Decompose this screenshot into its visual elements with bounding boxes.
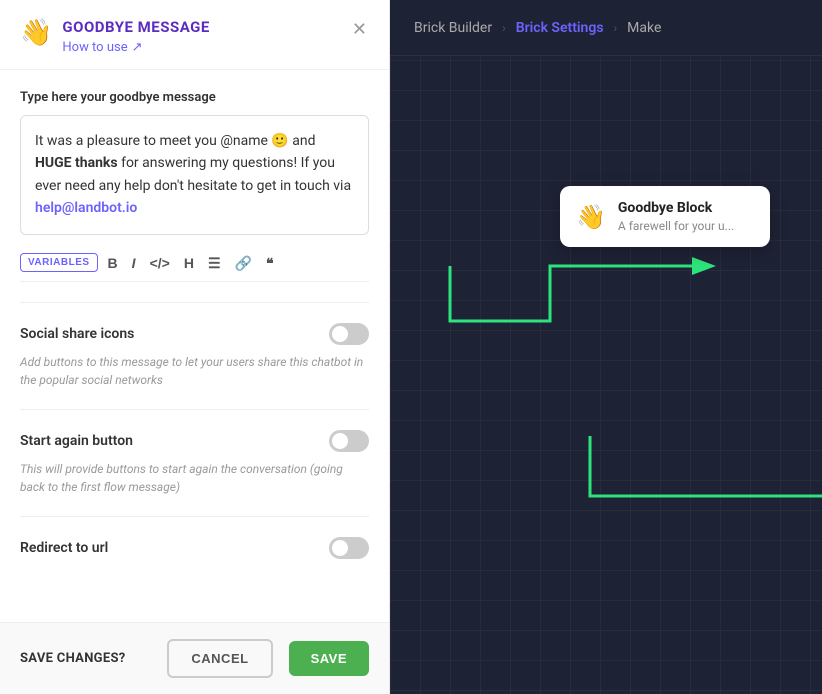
redirect-url-toggle[interactable] <box>329 537 369 559</box>
redirect-url-title: Redirect to url <box>20 540 108 556</box>
left-panel: 👋 GOODBYE MESSAGE How to use ↗ ✕ Type he… <box>0 0 390 694</box>
nav-make[interactable]: Make <box>627 20 661 36</box>
panel-header-left: 👋 GOODBYE MESSAGE How to use ↗ <box>20 18 210 55</box>
quote-button[interactable]: ❝ <box>262 253 278 273</box>
save-changes-label: SAVE CHANGES? <box>20 651 151 666</box>
social-share-description: Add buttons to this message to let your … <box>20 353 369 389</box>
breadcrumb-chevron-1: › <box>502 21 506 35</box>
social-share-toggle-row: Social share icons <box>20 323 369 345</box>
divider-1 <box>20 302 369 303</box>
cancel-button[interactable]: CANCEL <box>167 639 272 678</box>
redirect-url-toggle-row: Redirect to url <box>20 537 369 559</box>
bold-button[interactable]: B <box>104 253 122 273</box>
panel-body: Type here your goodbye message It was a … <box>0 70 389 622</box>
card-title: Goodbye Block <box>618 200 734 216</box>
top-nav: Brick Builder › Brick Settings › Make <box>390 0 822 56</box>
card-text-group: Goodbye Block A farewell for your u... <box>618 200 734 233</box>
message-editor[interactable]: It was a pleasure to meet you @name 🙂 an… <box>20 115 369 235</box>
external-link-icon: ↗ <box>132 40 143 55</box>
variables-button[interactable]: VARIABLES <box>20 253 98 272</box>
social-share-section: Social share icons Add buttons to this m… <box>20 323 369 389</box>
how-to-use-link[interactable]: How to use ↗ <box>62 40 209 55</box>
social-share-title: Social share icons <box>20 326 134 342</box>
start-again-title: Start again button <box>20 433 133 449</box>
social-share-toggle[interactable] <box>329 323 369 345</box>
panel-footer: SAVE CHANGES? CANCEL SAVE <box>0 622 389 694</box>
panel-emoji: 👋 <box>20 20 52 46</box>
panel-title: GOODBYE MESSAGE <box>62 18 209 36</box>
start-again-toggle-row: Start again button <box>20 430 369 452</box>
redirect-url-slider <box>329 537 369 559</box>
italic-button[interactable]: I <box>128 253 140 273</box>
right-panel: Brick Builder › Brick Settings › Make 👋 … <box>390 0 822 694</box>
nav-brick-builder[interactable]: Brick Builder <box>414 20 492 36</box>
panel-header: 👋 GOODBYE MESSAGE How to use ↗ ✕ <box>0 0 389 70</box>
divider-3 <box>20 516 369 517</box>
social-share-slider <box>329 323 369 345</box>
redirect-url-section: Redirect to url <box>20 537 369 559</box>
heading-button[interactable]: H <box>180 253 198 273</box>
section-label: Type here your goodbye message <box>20 90 369 105</box>
canvas-area: 👋 Goodbye Block A farewell for your u... <box>390 56 822 694</box>
start-again-section: Start again button This will provide but… <box>20 430 369 496</box>
card-emoji: 👋 <box>576 203 606 231</box>
goodbye-block-card[interactable]: 👋 Goodbye Block A farewell for your u... <box>560 186 770 247</box>
start-again-slider <box>329 430 369 452</box>
editor-toolbar: VARIABLES B I </> H ☰ 🔗 ❝ <box>20 245 369 282</box>
link-button[interactable]: 🔗 <box>231 253 256 273</box>
close-button[interactable]: ✕ <box>350 18 369 40</box>
card-subtitle: A farewell for your u... <box>618 219 734 233</box>
code-button[interactable]: </> <box>146 253 174 273</box>
divider-2 <box>20 409 369 410</box>
nav-brick-settings[interactable]: Brick Settings <box>516 20 604 36</box>
list-button[interactable]: ☰ <box>204 253 225 273</box>
flow-lines <box>390 56 822 694</box>
start-again-description: This will provide buttons to start again… <box>20 460 369 496</box>
start-again-toggle[interactable] <box>329 430 369 452</box>
breadcrumb-chevron-2: › <box>614 21 618 35</box>
save-button[interactable]: SAVE <box>289 641 369 676</box>
panel-title-group: GOODBYE MESSAGE How to use ↗ <box>62 18 209 55</box>
